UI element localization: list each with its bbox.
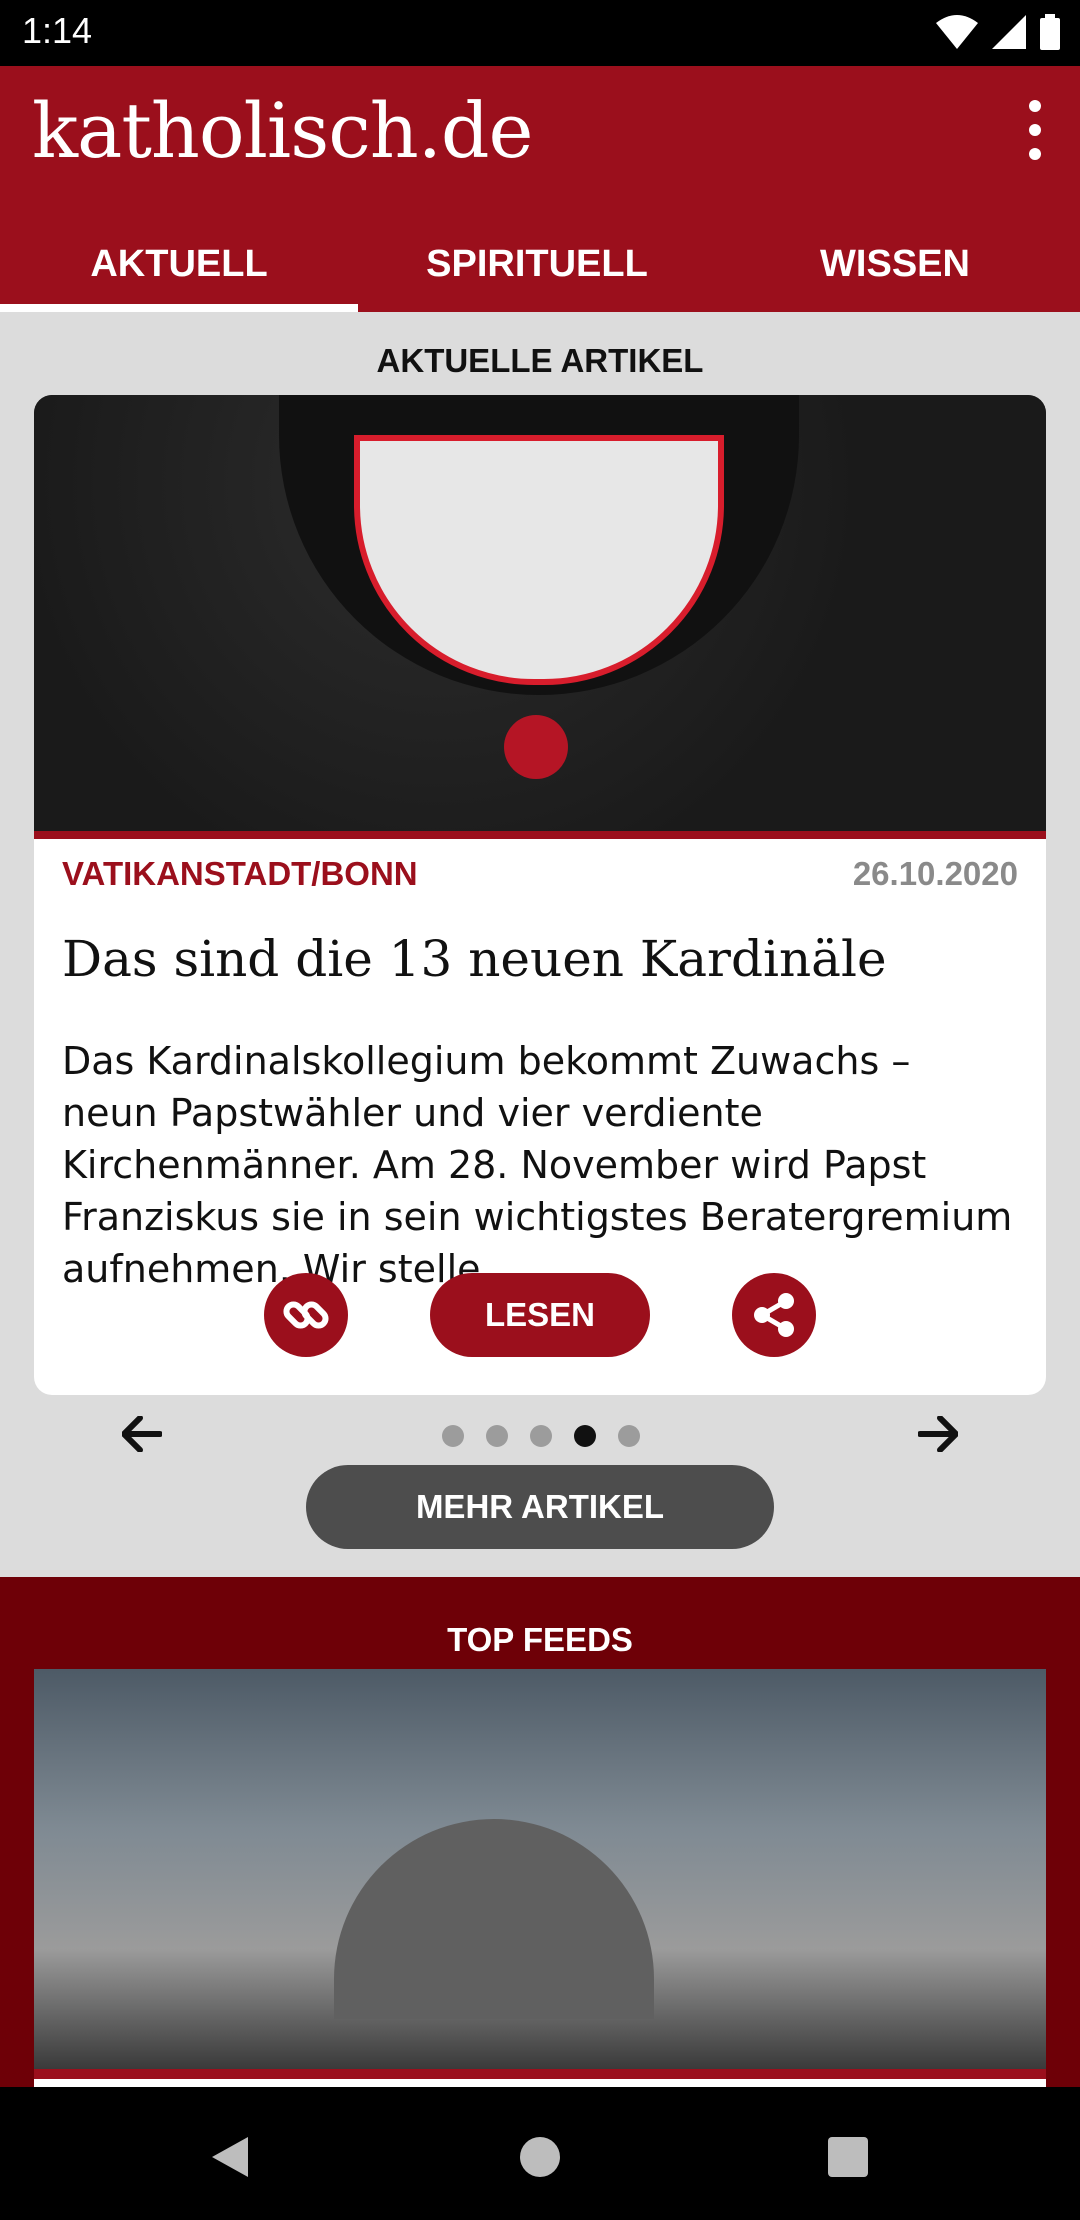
article-actions: LESEN <box>34 1273 1046 1357</box>
pager-dot[interactable] <box>618 1425 640 1447</box>
back-icon[interactable] <box>200 2127 260 2187</box>
read-button[interactable]: LESEN <box>430 1273 650 1357</box>
article-image[interactable] <box>34 395 1046 839</box>
link-icon <box>283 1301 329 1329</box>
feed-card[interactable] <box>34 1669 1046 2087</box>
pager-dot[interactable] <box>486 1425 508 1447</box>
tab-aktuell[interactable]: AKTUELL <box>0 216 358 312</box>
more-vert-icon[interactable] <box>1020 100 1050 160</box>
share-icon <box>754 1293 794 1337</box>
battery-icon <box>1040 14 1060 50</box>
wifi-icon <box>936 15 978 49</box>
pager-dots <box>442 1425 640 1447</box>
signal-icon <box>992 15 1026 49</box>
article-date: 26.10.2020 <box>852 855 1018 892</box>
section-title-current: AKTUELLE ARTIKEL <box>376 342 704 379</box>
pager-dot[interactable] <box>442 1425 464 1447</box>
status-bar: 1:14 <box>0 0 1080 66</box>
article-headline[interactable]: Das sind die 13 neuen Kardinäle <box>62 930 887 988</box>
tab-spirituell[interactable]: SPIRITUELL <box>358 216 716 312</box>
tab-wissen[interactable]: WISSEN <box>716 216 1074 312</box>
top-feeds-section: TOP FEEDS <box>0 1577 1080 2087</box>
article-card[interactable]: VATIKANSTADT/BONN 26.10.2020 Das sind di… <box>34 395 1046 1395</box>
feed-image[interactable] <box>34 1669 1046 2069</box>
main-content: AKTUELLE ARTIKEL VATIKANSTADT/BONN 26.10… <box>0 312 1080 2087</box>
article-place: VATIKANSTADT/BONN <box>62 855 418 892</box>
status-time: 1:14 <box>22 10 93 51</box>
arrow-left-icon[interactable] <box>112 1409 172 1459</box>
pager-dot-active[interactable] <box>574 1425 596 1447</box>
arrow-right-icon[interactable] <box>908 1409 968 1459</box>
tab-bar: AKTUELL SPIRITUELL WISSEN <box>0 216 1080 312</box>
article-teaser: Das Kardinalskollegium bekommt Zuwachs –… <box>62 1039 1013 1291</box>
recents-icon[interactable] <box>818 2127 878 2187</box>
app-logo: katholisch.de <box>32 86 534 175</box>
link-button[interactable] <box>264 1273 348 1357</box>
section-title-top-feeds: TOP FEEDS <box>447 1621 633 1658</box>
home-icon[interactable] <box>510 2127 570 2187</box>
app-bar: katholisch.de AKTUELL SPIRITUELL WISSEN <box>0 66 1080 312</box>
more-articles-button[interactable]: MEHR ARTIKEL <box>306 1465 774 1549</box>
system-nav-bar <box>0 2087 1080 2220</box>
status-icons <box>936 12 1060 52</box>
pager-dot[interactable] <box>530 1425 552 1447</box>
share-button[interactable] <box>732 1273 816 1357</box>
